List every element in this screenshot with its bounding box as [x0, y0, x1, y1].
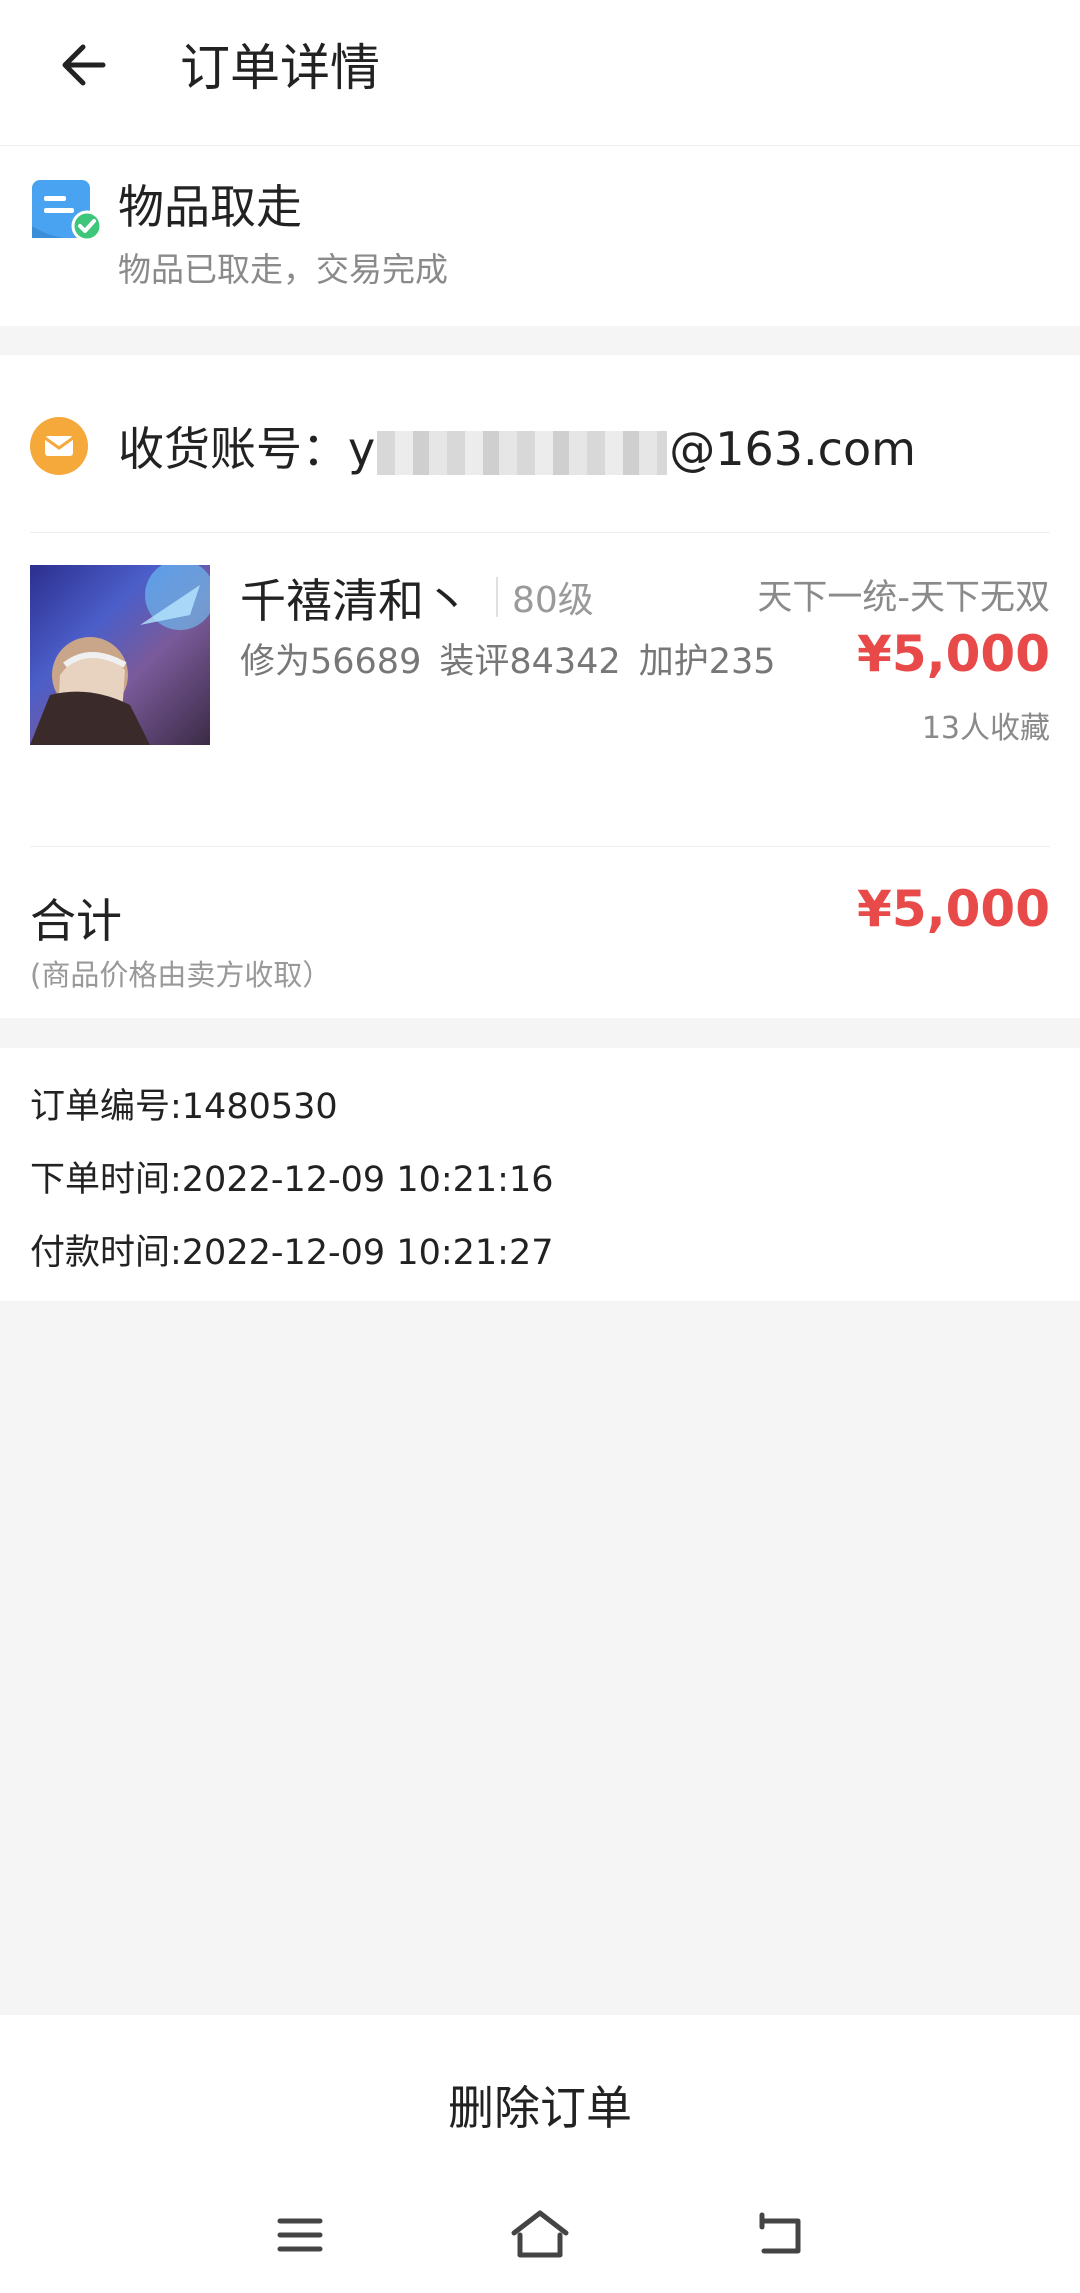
order-time: 下单时间:2022-12-09 10:21:16 [30, 1160, 554, 1200]
payment-time: 付款时间:2022-12-09 10:21:27 [30, 1233, 554, 1273]
account-suffix: @163.com [669, 422, 916, 476]
arrow-left-icon [62, 44, 106, 86]
total-label: 合计 [30, 894, 122, 948]
item-price: ¥5,000 [857, 625, 1050, 683]
mail-icon [30, 417, 88, 475]
back-icon [759, 2212, 801, 2254]
stat-cultivation: 修为56689 [240, 642, 422, 682]
total-price: ¥5,000 [857, 880, 1050, 938]
divider [30, 846, 1050, 847]
item-level: 80级 [512, 580, 594, 621]
back-button[interactable] [40, 20, 130, 110]
order-check-icon [32, 180, 102, 242]
item-favorites: 13人收藏 [921, 711, 1050, 746]
delete-order-button[interactable]: 删除订单 [0, 2055, 1080, 2155]
order-info-section: 订单编号:1480530 下单时间:2022-12-09 10:21:16 付款… [0, 1048, 1080, 1301]
account-prefix: 收货账号：y [118, 422, 376, 476]
status-title: 物品取走 [118, 180, 302, 234]
system-back-button[interactable] [735, 2190, 825, 2280]
account-masked [377, 430, 668, 475]
stat-gear-score: 装评84342 [439, 642, 621, 682]
order-status-section: 物品取走 物品已取走，交易完成 [0, 146, 1080, 326]
order-card: 收货账号：y @163.com 千禧清和丶 80级 天下一统-天下无双 修为566… [0, 355, 1080, 1018]
status-subtitle: 物品已取走，交易完成 [118, 250, 448, 289]
receiving-account: 收货账号：y @163.com [118, 413, 916, 479]
total-note: (商品价格由卖方收取） [30, 958, 332, 992]
item-stats: 修为56689 装评84342 加护235 [240, 633, 794, 684]
system-home-button[interactable] [495, 2190, 585, 2280]
app-header: 订单详情 [0, 0, 1080, 146]
divider [30, 532, 1050, 533]
item-server: 天下一统-天下无双 [757, 578, 1050, 618]
stat-protection: 加护235 [638, 642, 776, 682]
item-name: 千禧清和丶 [240, 574, 470, 628]
order-number: 订单编号:1480530 [30, 1087, 338, 1127]
separator [496, 577, 498, 617]
menu-icon [277, 2218, 323, 2252]
system-menu-button[interactable] [255, 2190, 345, 2280]
home-icon [511, 2210, 569, 2258]
item-thumbnail[interactable] [30, 565, 210, 745]
bottom-bar: 删除订单 [0, 2015, 1080, 2293]
page-title: 订单详情 [180, 39, 380, 97]
